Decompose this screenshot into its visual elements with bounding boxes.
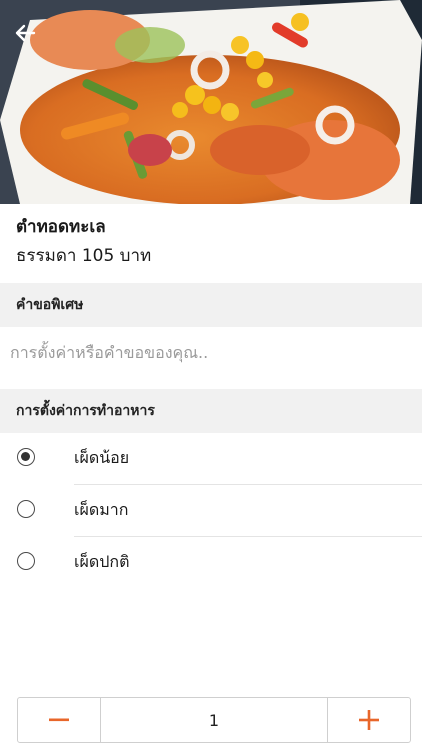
plus-icon — [359, 710, 379, 730]
radio-selected-icon[interactable] — [17, 448, 35, 466]
radio-unselected-icon[interactable] — [17, 552, 35, 570]
quantity-value: 1 — [100, 698, 328, 742]
option-label: เผ็ดน้อย — [74, 448, 130, 467]
option-very-spicy[interactable]: เผ็ดมาก — [0, 485, 422, 537]
increase-button[interactable] — [328, 698, 410, 742]
dish-price: ธรรมดา 105 บาท — [16, 246, 152, 266]
option-mild-spicy[interactable]: เผ็ดน้อย — [0, 433, 422, 485]
dish-photo — [0, 0, 422, 204]
decrease-button[interactable] — [18, 698, 100, 742]
quantity-stepper: 1 — [17, 697, 411, 743]
minus-icon — [49, 718, 69, 722]
dish-name: ตำทอดทะเล — [16, 217, 106, 237]
option-label: เผ็ดปกติ — [74, 552, 130, 571]
radio-unselected-icon[interactable] — [17, 500, 35, 518]
option-normal-spicy[interactable]: เผ็ดปกติ — [0, 537, 422, 589]
back-button[interactable] — [10, 18, 40, 48]
item-info: ตำทอดทะเล ธรรมดา 105 บาท — [16, 214, 406, 270]
option-label: เผ็ดมาก — [74, 500, 129, 519]
special-request-header: คำขอพิเศษ — [0, 283, 422, 327]
cooking-settings-header: การตั้งค่าการทำอาหาร — [0, 389, 422, 433]
back-arrow-icon — [15, 24, 36, 42]
special-request-input[interactable] — [0, 327, 422, 377]
